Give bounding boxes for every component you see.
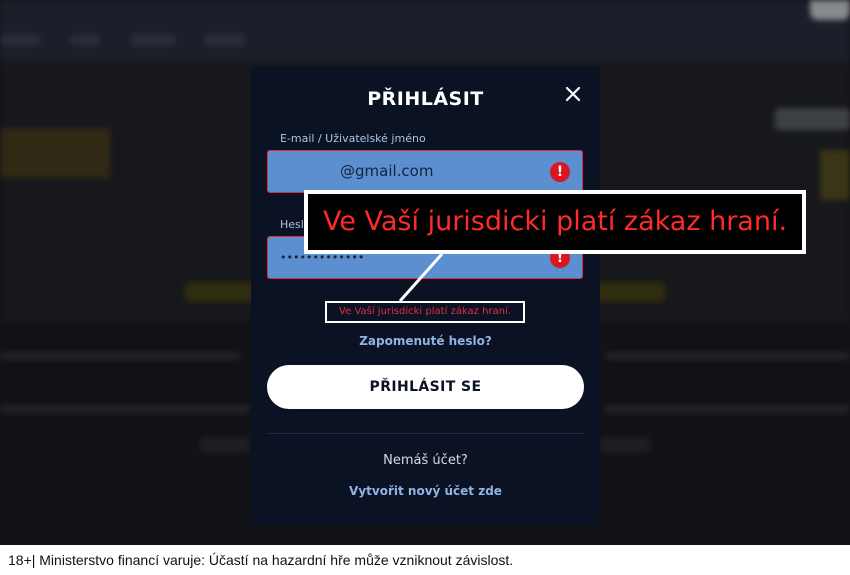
gambling-disclaimer: 18+| Ministerstvo financí varuje: Účastí… (0, 545, 850, 575)
inline-error-highlight: Ve Vaší jurisdicki platí zákaz hraní. (325, 301, 525, 323)
register-link[interactable]: Vytvořit nový účet zde (251, 484, 600, 498)
login-modal: PŘIHLÁSIT E-mail / Uživatelské jméno @gm… (251, 66, 600, 525)
error-callout-text: Ve Vaší jurisdicki platí zákaz hraní. (308, 194, 802, 250)
error-callout: Ve Vaší jurisdicki platí zákaz hraní. (304, 190, 806, 254)
no-account-text: Nemáš účet? (383, 453, 468, 468)
email-label: E-mail / Uživatelské jméno (280, 132, 426, 145)
login-button[interactable]: PŘIHLÁSIT SE (267, 365, 584, 409)
forgot-password-link[interactable]: Zapomenuté heslo? (251, 334, 600, 348)
error-icon: ! (550, 162, 570, 182)
close-icon[interactable] (563, 84, 583, 104)
modal-title: PŘIHLÁSIT (367, 88, 484, 110)
email-value: @gmail.com (340, 162, 434, 180)
inline-error-message: Ve Vaší jurisdicki platí zákaz hraní. (339, 306, 511, 317)
email-field[interactable]: @gmail.com ! (267, 150, 583, 193)
divider (267, 433, 584, 434)
